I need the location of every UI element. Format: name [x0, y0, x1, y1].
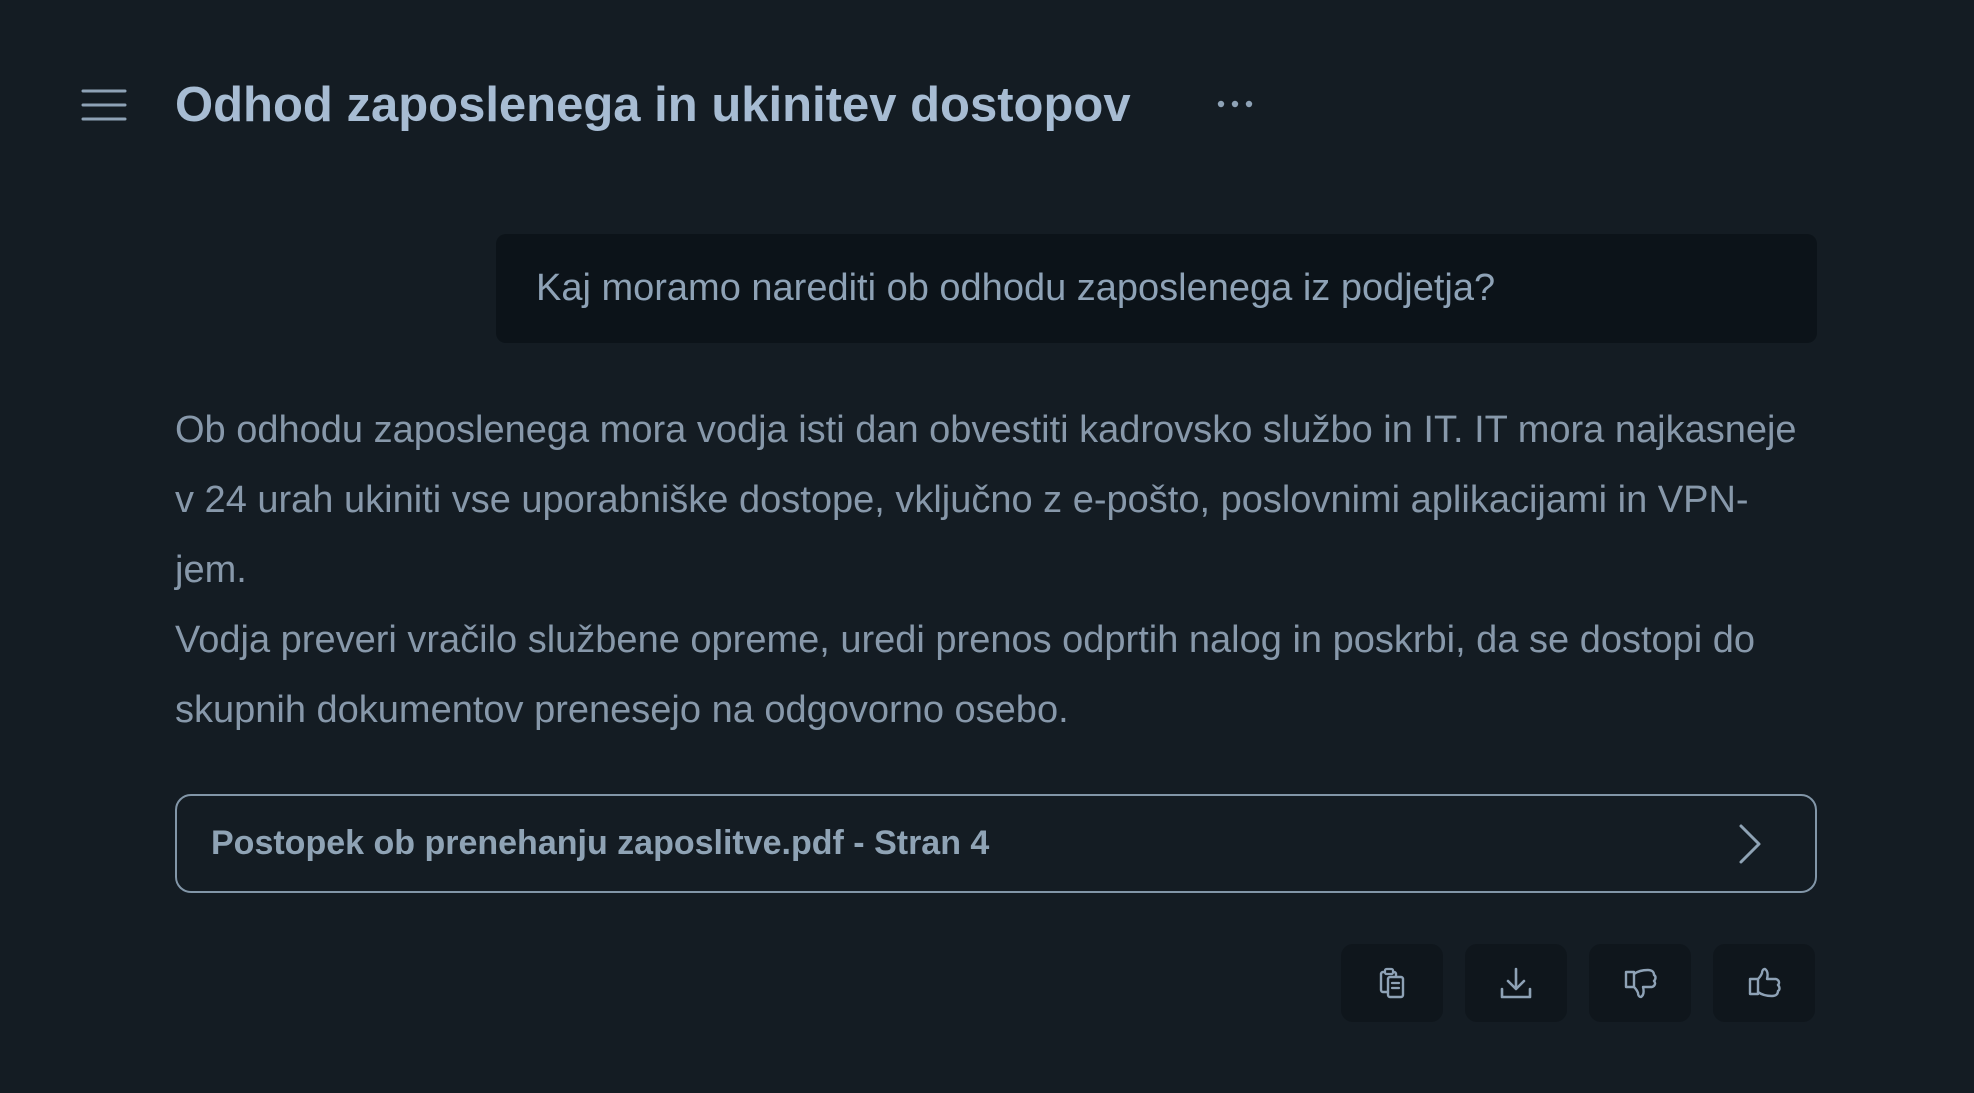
download-icon: [1500, 967, 1532, 999]
user-message: Kaj moramo narediti ob odhodu zaposleneg…: [496, 234, 1817, 343]
assistant-answer: Ob odhodu zaposlenega mora vodja isti da…: [175, 395, 1815, 745]
thumbs-up-button[interactable]: [1713, 944, 1815, 1022]
user-message-text: Kaj moramo narediti ob odhodu zaposleneg…: [536, 267, 1496, 309]
source-document-card[interactable]: Postopek ob prenehanju zaposlitve.pdf - …: [175, 794, 1817, 893]
copy-icon: [1379, 967, 1405, 999]
answer-paragraph: Ob odhodu zaposlenega mora vodja isti da…: [175, 409, 1797, 591]
chevron-right-icon: [1739, 824, 1761, 864]
page-title: Odhod zaposlenega in ukinitev dostopov: [175, 78, 1131, 132]
source-document-label: Postopek ob prenehanju zaposlitve.pdf - …: [211, 824, 990, 862]
more-options-button[interactable]: [1210, 84, 1260, 124]
menu-button[interactable]: [74, 78, 134, 132]
copy-button[interactable]: [1341, 944, 1443, 1022]
thumbs-up-icon: [1748, 967, 1781, 998]
answer-paragraph: Vodja preveri vračilo službene opreme, u…: [175, 619, 1756, 731]
hamburger-menu-icon: [81, 89, 127, 121]
thumbs-down-button[interactable]: [1589, 944, 1691, 1022]
chat-header: Odhod zaposlenega in ukinitev dostopov: [0, 0, 1974, 210]
more-options-icon: [1217, 100, 1253, 108]
download-button[interactable]: [1465, 944, 1567, 1022]
thumbs-down-icon: [1624, 968, 1657, 999]
